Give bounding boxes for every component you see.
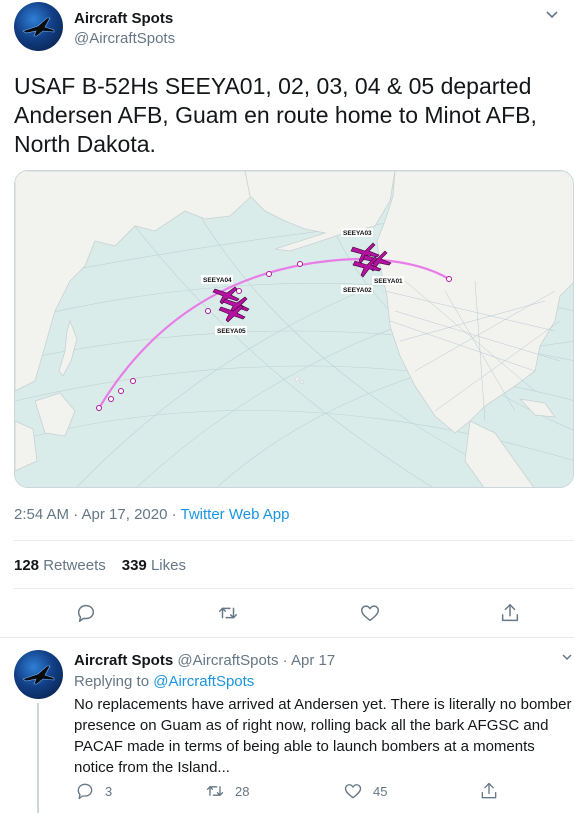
avatar-plane-icon — [22, 665, 55, 685]
reply-text: No replacements have arrived at Andersen… — [74, 696, 572, 776]
reply-icon — [77, 783, 93, 800]
like-icon[interactable] — [359, 602, 381, 624]
reply-icon[interactable] — [75, 602, 97, 624]
reply-dot: · — [282, 652, 288, 669]
retweet-icon — [206, 786, 224, 796]
tweet-text: USAF B-52Hs SEEYA01, 02, 03, 04 & 05 dep… — [14, 73, 537, 157]
divider — [14, 588, 574, 589]
aircraft-label-seeya05: SEEYA05 — [217, 328, 246, 335]
reply-likes-count: 45 — [373, 783, 388, 799]
divider — [14, 540, 574, 541]
share-icon — [481, 782, 497, 799]
reply-reply-button[interactable]: 3 — [75, 781, 112, 801]
retweet-icon[interactable] — [217, 602, 239, 624]
reply-retweet-button[interactable]: 28 — [205, 781, 249, 801]
tweet-timestamp[interactable]: 2:54 AM · Apr 17, 2020 · Twitter Web App — [14, 506, 289, 523]
caret-down-icon[interactable] — [560, 650, 574, 664]
aircraft-label-seeya03: SEEYA03 — [343, 230, 372, 237]
retweets-count: 128 — [14, 557, 40, 574]
tweet-stats: 128 Retweets 339 Likes — [14, 557, 186, 574]
tweet-source[interactable]: Twitter Web App — [181, 506, 290, 523]
likes-stat[interactable]: 339 Likes — [122, 557, 186, 574]
caret-down-icon[interactable] — [542, 4, 562, 24]
reply-date[interactable]: Apr 17 — [291, 652, 335, 669]
like-icon — [344, 784, 362, 799]
aircraft-label-seeya04: SEEYA04 — [203, 277, 232, 284]
author-name[interactable]: Aircraft Spots — [74, 10, 173, 27]
aircraft-label-seeya02: SEEYA02 — [343, 287, 372, 294]
share-icon[interactable] — [499, 602, 521, 624]
reply-share-button[interactable] — [479, 781, 509, 801]
likes-label: Likes — [150, 557, 186, 574]
avatar-plane-icon — [22, 17, 55, 37]
retweets-label: Retweets — [43, 557, 106, 574]
aircraft-label-seeya01: SEEYA01 — [374, 278, 403, 285]
reply-like-button[interactable]: 45 — [343, 781, 387, 801]
reply-replies-count: 3 — [105, 783, 113, 799]
retweets-stat[interactable]: 128 Retweets — [14, 557, 106, 574]
replying-to-link[interactable]: @AircraftSpots — [153, 673, 254, 690]
reply-retweets-count: 28 — [235, 783, 250, 799]
likes-count: 339 — [121, 557, 147, 574]
author-avatar[interactable] — [14, 2, 63, 51]
tweet-time[interactable]: 2:54 AM · Apr 17, 2020 · — [14, 506, 181, 523]
reply-author-handle[interactable]: @AircraftSpots — [177, 652, 278, 669]
flight-map-image[interactable]: SEEYA04 SEEYA05 SEEYA03 SEEYA01 SEEYA02 — [14, 170, 574, 488]
replying-prefix: Replying to — [74, 673, 154, 690]
reply-header: Aircraft Spots @AircraftSpots · Apr 17 — [74, 652, 335, 669]
thread-line — [37, 703, 39, 813]
divider — [0, 637, 574, 638]
reply-author-avatar[interactable] — [14, 650, 63, 699]
replying-to: Replying to @AircraftSpots — [74, 673, 254, 690]
reply-author-name[interactable]: Aircraft Spots — [74, 652, 173, 669]
author-handle[interactable]: @AircraftSpots — [74, 30, 175, 47]
